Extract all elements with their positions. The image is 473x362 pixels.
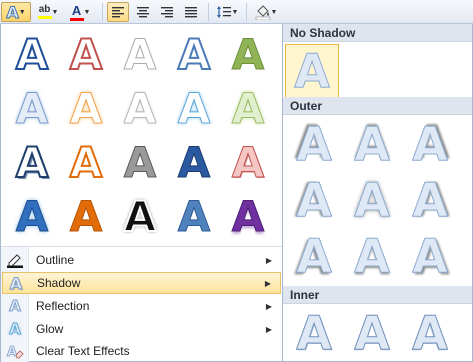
shadow-option-inner[interactable]: A	[345, 306, 399, 360]
text-effect-style[interactable]: A	[169, 192, 219, 242]
menu-item-glow[interactable]: A Glow ▶	[2, 318, 281, 340]
justify-icon	[185, 7, 197, 18]
shadow-gallery: No Shadow A Outer A A A A A A A A A Inne…	[283, 24, 473, 362]
shadow-option-none[interactable]: A	[285, 44, 339, 98]
shadow-option-outer[interactable]: A	[345, 229, 399, 283]
shading-icon	[255, 5, 270, 20]
outline-icon	[2, 249, 28, 271]
align-left-icon	[112, 7, 124, 18]
text-effect-style[interactable]: A	[115, 84, 165, 134]
line-spacing-icon	[216, 6, 231, 18]
section-header-no-shadow: No Shadow	[283, 24, 472, 42]
shadow-option-inner[interactable]: A	[287, 306, 341, 360]
shadow-option-outer[interactable]: A	[403, 117, 457, 171]
text-effects-icon: A	[6, 2, 19, 22]
shadow-option-outer[interactable]: A	[403, 229, 457, 283]
toolbar-separator	[102, 3, 103, 21]
text-effects-gallery: A A A A A A A A A A A A A A A A A A A A …	[0, 24, 283, 362]
highlight-button[interactable]: ab ▼	[33, 2, 63, 22]
toolbar-separator	[208, 3, 209, 21]
text-effect-style[interactable]: A	[223, 138, 273, 188]
text-effect-style[interactable]: A	[223, 30, 273, 80]
align-right-button[interactable]	[156, 2, 178, 22]
shadow-option-outer[interactable]: A	[345, 117, 399, 171]
chevron-down-icon: ▼	[270, 8, 278, 16]
text-effect-style[interactable]: A	[7, 30, 57, 80]
shadow-option-outer[interactable]: A	[287, 229, 341, 283]
text-effects-grid: A A A A A A A A A A A A A A A A A A A A	[7, 30, 277, 246]
chevron-right-icon: ▶	[265, 324, 272, 334]
chevron-right-icon: ▶	[264, 278, 271, 288]
section-header-inner: Inner	[283, 286, 472, 304]
text-effect-style[interactable]: A	[61, 30, 111, 80]
shadow-option-outer[interactable]: A	[287, 173, 341, 227]
text-effect-style[interactable]: A	[223, 192, 273, 242]
text-effect-style[interactable]: A	[7, 84, 57, 134]
menu-item-reflection[interactable]: A Reflection ▶	[2, 295, 281, 317]
align-center-button[interactable]	[132, 2, 154, 22]
glow-icon: A	[9, 320, 22, 339]
menu-item-clear-text-effects[interactable]: A Clear Text Effects	[2, 340, 281, 362]
menu-item-shadow[interactable]: A Shadow ▶	[2, 272, 281, 294]
text-effect-style[interactable]: A	[7, 192, 57, 242]
shadow-option-outer[interactable]: A	[403, 173, 457, 227]
chevron-down-icon: ▼	[83, 8, 91, 16]
align-center-icon	[137, 7, 149, 18]
text-effect-style[interactable]: A	[169, 30, 219, 80]
text-effect-style[interactable]: A	[115, 138, 165, 188]
ribbon-toolbar: A ▼ ab ▼ A ▼ ▼ ▼	[0, 0, 473, 24]
clear-effects-icon: A	[2, 340, 28, 362]
chevron-down-icon: ▼	[231, 8, 239, 16]
highlight-icon: ab	[37, 5, 52, 19]
text-effect-style[interactable]: A	[61, 138, 111, 188]
shadow-icon: A	[9, 273, 23, 293]
text-effect-style[interactable]: A	[7, 138, 57, 188]
shadow-option-outer[interactable]: A	[345, 173, 399, 227]
line-spacing-button[interactable]: ▼	[213, 2, 241, 22]
text-effect-style[interactable]: A	[115, 30, 165, 80]
chevron-right-icon: ▶	[265, 255, 272, 265]
align-left-button[interactable]	[107, 2, 129, 22]
section-header-outer: Outer	[283, 97, 472, 115]
chevron-down-icon: ▼	[18, 8, 26, 16]
font-color-button[interactable]: A ▼	[65, 2, 95, 22]
chevron-right-icon: ▶	[265, 301, 272, 311]
shadow-option-outer[interactable]: A	[287, 117, 341, 171]
shadow-option-inner[interactable]: A	[403, 306, 457, 360]
text-effect-style[interactable]: A	[61, 84, 111, 134]
justify-button[interactable]	[180, 2, 202, 22]
shading-button[interactable]: ▼	[251, 2, 281, 22]
text-effect-style[interactable]: A	[115, 192, 165, 242]
text-effects-button[interactable]: A ▼	[1, 2, 31, 22]
menu-item-outline[interactable]: Outline ▶	[2, 249, 281, 271]
align-right-icon	[161, 7, 173, 18]
text-effect-style[interactable]: A	[169, 138, 219, 188]
reflection-icon: A	[9, 297, 22, 316]
text-effect-style[interactable]: A	[223, 84, 273, 134]
divider	[1, 246, 282, 247]
text-effect-style[interactable]: A	[169, 84, 219, 134]
chevron-down-icon: ▼	[51, 8, 59, 16]
toolbar-separator	[246, 3, 247, 21]
svg-text:A: A	[7, 345, 17, 359]
font-color-icon: A	[69, 4, 84, 21]
text-effect-style[interactable]: A	[61, 192, 111, 242]
